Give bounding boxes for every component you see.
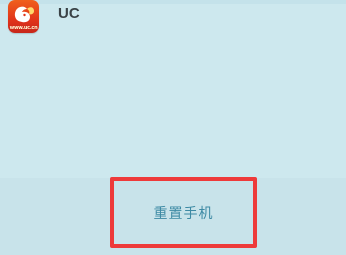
reset-phone-button[interactable]: 重置手机	[114, 181, 253, 244]
app-row: www.uc.cn UC	[0, 0, 346, 36]
uc-browser-squirrel-icon: www.uc.cn	[8, 0, 39, 33]
app-name: UC	[58, 5, 80, 22]
app-icon-caption: www.uc.cn	[9, 25, 38, 31]
